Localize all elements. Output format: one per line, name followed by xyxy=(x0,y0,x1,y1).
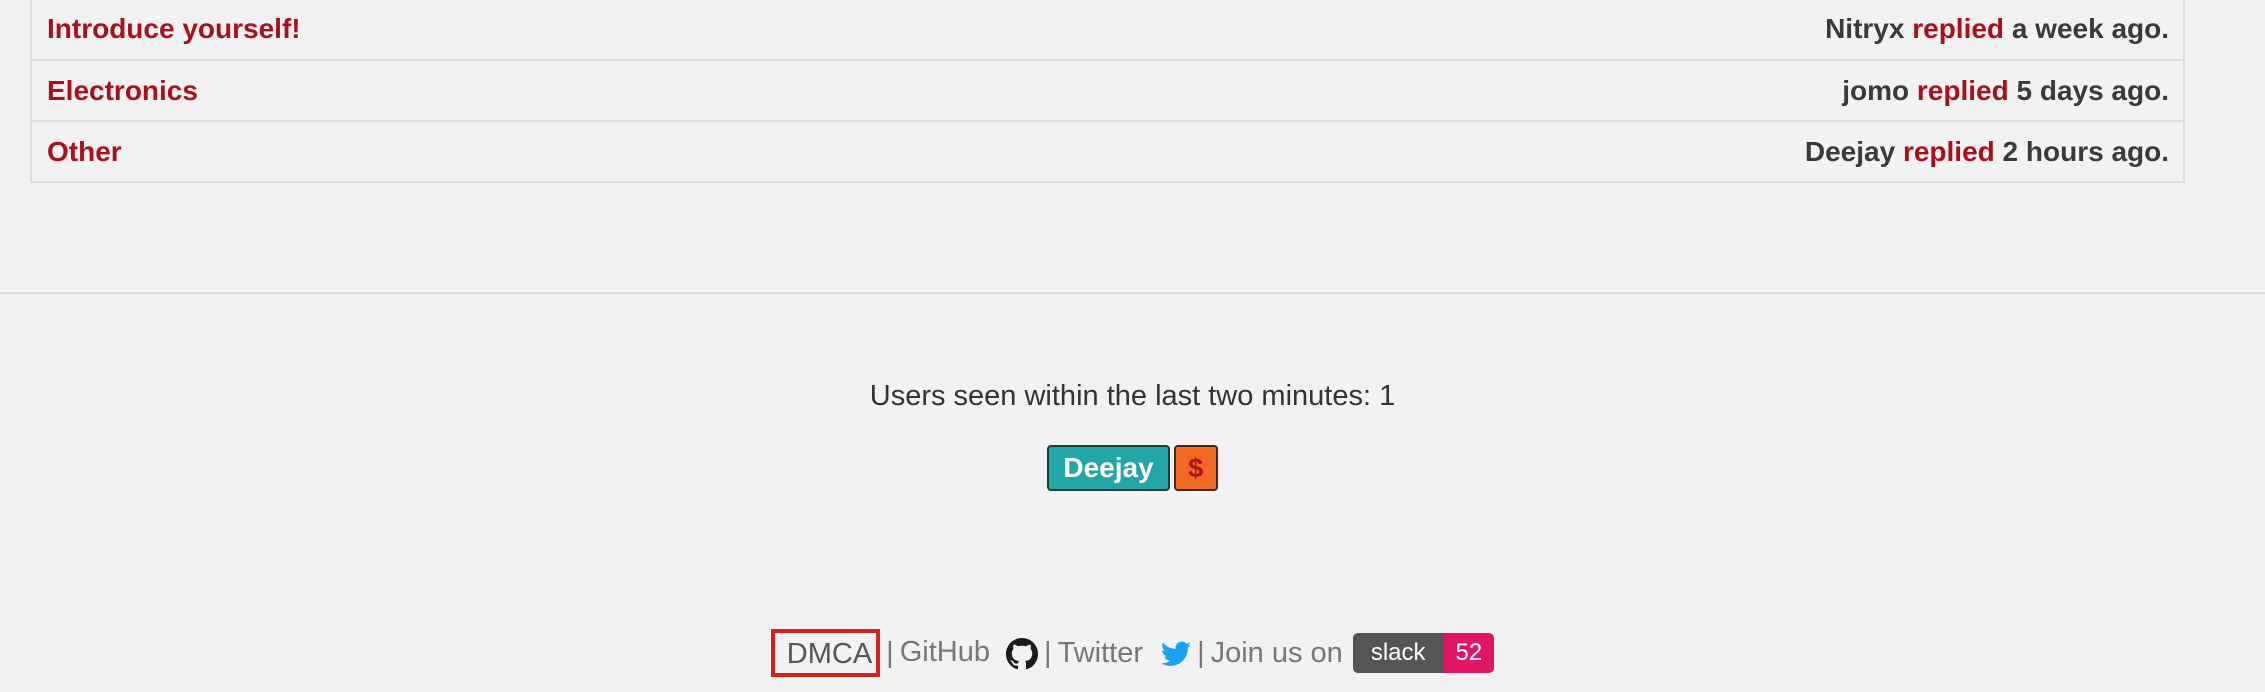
slack-label: slack xyxy=(1352,633,1444,673)
section-divider xyxy=(0,292,2265,294)
twitter-label: Twitter xyxy=(1057,636,1143,669)
reply-username[interactable]: Deejay xyxy=(1805,136,1895,167)
twitter-icon xyxy=(1161,641,1192,666)
online-users-text: Users seen within the last two minutes: … xyxy=(869,380,1396,412)
reply-username[interactable]: Nitryx xyxy=(1825,13,1904,44)
topic-row: Other Deejay replied 2 hours ago. xyxy=(32,120,2183,181)
github-icon xyxy=(1006,637,1039,669)
replied-link[interactable]: replied xyxy=(1912,13,2004,44)
replied-link[interactable]: replied xyxy=(1903,136,1995,167)
topic-last-reply: jomo replied 5 days ago. xyxy=(1842,75,2169,107)
page: Introduce yourself! Nitryx replied a wee… xyxy=(0,0,2265,692)
join-us-text: Join us on xyxy=(1210,636,1343,669)
user-badge-deejay[interactable]: Deejay xyxy=(1047,445,1170,491)
donor-badge: $ xyxy=(1173,445,1218,491)
slack-badge[interactable]: slack 52 xyxy=(1352,633,1495,673)
topic-link-electronics[interactable]: Electronics xyxy=(47,75,198,107)
github-label: GitHub xyxy=(899,636,990,669)
reply-time: 5 days ago. xyxy=(2016,74,2169,106)
footer-separator: | xyxy=(886,636,894,669)
topic-link-other[interactable]: Other xyxy=(47,136,122,168)
topic-link-introduce-yourself[interactable]: Introduce yourself! xyxy=(47,13,301,45)
footer: DMCA | GitHub | Twitter | Join us on sla… xyxy=(0,629,2265,677)
topic-list: Introduce yourself! Nitryx replied a wee… xyxy=(30,0,2185,183)
online-users-list: Deejay $ xyxy=(0,445,2265,491)
topic-last-reply: Nitryx replied a week ago. xyxy=(1825,13,2169,45)
replied-link[interactable]: replied xyxy=(1917,75,2009,106)
topic-row: Electronics jomo replied 5 days ago. xyxy=(32,59,2183,120)
reply-username[interactable]: jomo xyxy=(1842,75,1909,106)
topic-row: Introduce yourself! Nitryx replied a wee… xyxy=(32,0,2183,59)
github-link[interactable]: GitHub xyxy=(899,636,1039,669)
slack-user-count: 52 xyxy=(1443,633,1495,673)
reply-time: 2 hours ago. xyxy=(2002,135,2169,167)
reply-time: a week ago. xyxy=(2011,12,2169,44)
footer-separator: | xyxy=(1197,636,1205,669)
footer-separator: | xyxy=(1044,636,1052,669)
twitter-link[interactable]: Twitter xyxy=(1057,636,1192,670)
topic-last-reply: Deejay replied 2 hours ago. xyxy=(1805,136,2169,168)
dmca-link[interactable]: DMCA xyxy=(770,629,881,677)
